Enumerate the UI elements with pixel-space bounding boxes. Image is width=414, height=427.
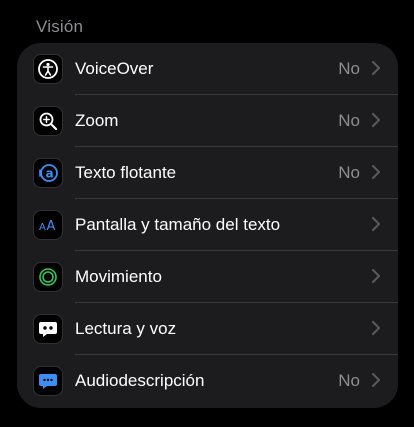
row-label: Texto flotante <box>75 163 177 182</box>
row-audio-descriptions[interactable]: Audiodescripción No <box>17 355 398 407</box>
voiceover-icon <box>33 54 63 84</box>
row-label: VoiceOver <box>75 59 154 78</box>
chevron-right-icon <box>372 269 380 288</box>
row-hover-text[interactable]: a Texto flotante No <box>17 147 398 199</box>
svg-text:A: A <box>39 222 46 233</box>
row-label: Movimiento <box>75 267 162 286</box>
chevron-right-icon <box>372 165 380 184</box>
svg-text:a: a <box>46 167 54 181</box>
row-label: Lectura y voz <box>75 319 177 338</box>
row-spoken-content[interactable]: Lectura y voz <box>17 303 398 355</box>
text-size-icon: A A <box>33 210 63 240</box>
vision-settings-group: VoiceOver No Zoom No a Texto flotante No… <box>17 43 398 408</box>
row-label: Zoom <box>75 111 119 130</box>
svg-text:A: A <box>47 219 56 234</box>
hover-text-icon: a <box>33 158 63 188</box>
row-voiceover[interactable]: VoiceOver No <box>17 43 398 95</box>
row-value: No <box>338 59 360 78</box>
row-label: Audiodescripción <box>75 371 205 390</box>
row-value: No <box>338 163 360 182</box>
chevron-right-icon <box>372 321 380 340</box>
chevron-right-icon <box>372 61 380 80</box>
row-motion[interactable]: Movimiento <box>17 251 398 303</box>
section-header: Visión <box>36 17 84 36</box>
audio-description-icon <box>33 366 63 396</box>
chevron-right-icon <box>372 217 380 236</box>
row-display-text-size[interactable]: A A Pantalla y tamaño del texto <box>17 199 398 251</box>
chevron-right-icon <box>372 373 380 392</box>
row-value: No <box>338 371 360 390</box>
row-value: No <box>338 111 360 130</box>
chevron-right-icon <box>372 113 380 132</box>
speech-icon <box>33 314 63 344</box>
row-zoom[interactable]: Zoom No <box>17 95 398 147</box>
zoom-icon <box>33 106 63 136</box>
row-label: Pantalla y tamaño del texto <box>75 215 281 234</box>
motion-icon <box>33 262 63 292</box>
